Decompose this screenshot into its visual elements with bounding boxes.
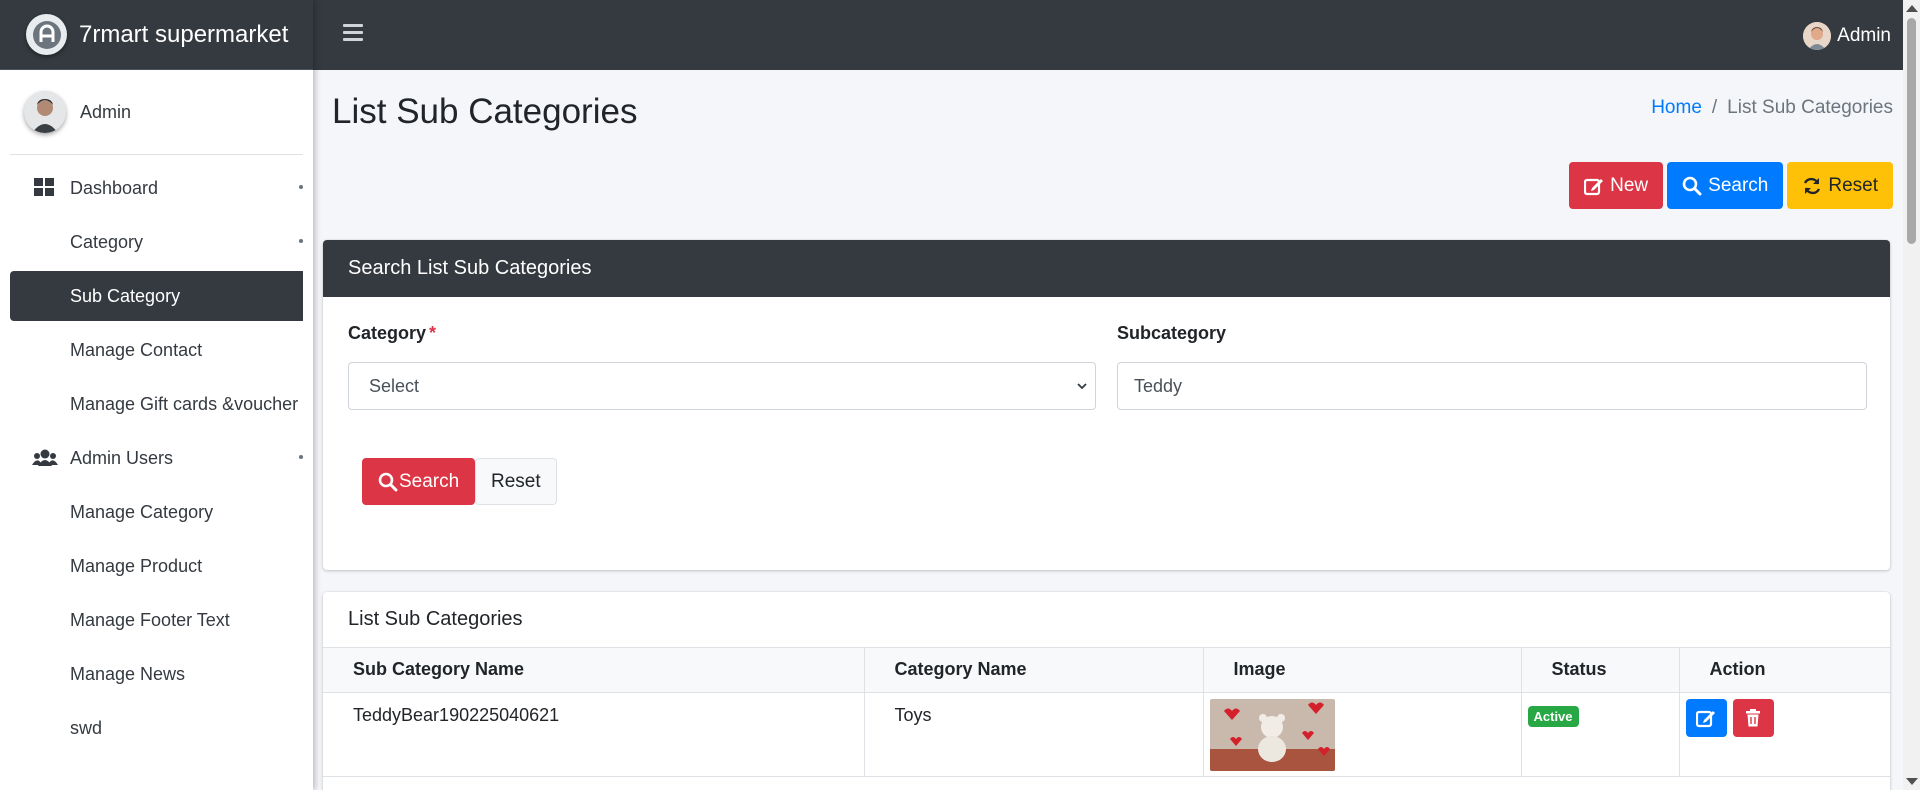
reset-form-button[interactable]: Reset (475, 458, 557, 505)
scroll-up-icon[interactable] (1906, 5, 1918, 12)
caret-icon (299, 455, 303, 459)
new-button-label: New (1610, 174, 1649, 196)
sidebar-item-manage-product[interactable]: Manage Product (10, 541, 303, 591)
menu-toggle-icon[interactable] (343, 24, 363, 42)
sidebar-item-label: swd (70, 717, 103, 738)
cell-status: Active (1520, 691, 1680, 777)
trash-icon (1746, 708, 1760, 726)
sidebar-item-label: Admin Users (70, 447, 174, 468)
sidebar-item-label: Dashboard (70, 177, 159, 198)
new-button[interactable]: New (1569, 162, 1664, 209)
caret-icon (299, 239, 303, 243)
breadcrumb-current: List Sub Categories (1727, 97, 1893, 118)
sidebar-item-manage-footer-text[interactable]: Manage Footer Text (10, 595, 303, 645)
subcategory-input[interactable]: Teddy (1117, 362, 1867, 410)
brand-name: 7rmart supermarket (79, 20, 289, 48)
main-content: List Sub Categories Home / List Sub Cate… (313, 70, 1903, 790)
search-submit-label: Search (399, 470, 460, 492)
sidebar: 7rmart supermarket Admin Dashboard Categ… (0, 0, 313, 790)
breadcrumb-separator: / (1711, 97, 1718, 118)
refresh-icon (1804, 177, 1821, 194)
column-header: Action (1678, 648, 1890, 693)
edit-row-button[interactable] (1685, 698, 1727, 737)
sidebar-user-name: Admin (80, 101, 132, 122)
list-card: List Sub Categories Sub Category Name Ca… (323, 592, 1890, 790)
column-header: Image (1202, 648, 1522, 693)
sidebar-nav: Dashboard Category Sub Category Manage C… (0, 155, 313, 753)
delete-row-button[interactable] (1732, 698, 1774, 737)
page-title: List Sub Categories (332, 92, 638, 131)
sidebar-item-admin-users[interactable]: Admin Users (10, 433, 303, 483)
sidebar-item-swd[interactable]: swd (10, 703, 303, 753)
grid-icon (34, 178, 54, 196)
scroll-thumb[interactable] (1907, 18, 1916, 244)
category-label: Category * (348, 323, 436, 344)
sidebar-item-label: Manage News (70, 663, 186, 684)
table-row: TeddyBear190225040621 Toys Active (323, 691, 1890, 777)
required-mark: * (429, 323, 437, 343)
page-scrollbar[interactable] (1903, 0, 1920, 790)
sidebar-item-label: Manage Gift cards &voucher (70, 393, 299, 414)
top-actions: New Search Reset (1569, 162, 1893, 209)
sidebar-item-label: Manage Category (70, 501, 214, 522)
chevron-down-icon (1077, 383, 1087, 390)
sidebar-item-category[interactable]: Category (10, 217, 303, 267)
cell-category-name: Toys (863, 691, 1204, 777)
search-submit-button[interactable]: Search (362, 458, 476, 505)
reset-page-button[interactable]: Reset (1787, 162, 1893, 209)
sidebar-item-manage-contact[interactable]: Manage Contact (10, 325, 303, 375)
brand-link[interactable]: 7rmart supermarket (0, 0, 313, 70)
scroll-down-icon[interactable] (1906, 778, 1918, 785)
sidebar-item-gift-cards[interactable]: Manage Gift cards &voucher (10, 379, 303, 429)
cell-action (1678, 691, 1890, 777)
edit-icon (1584, 178, 1604, 195)
caret-icon (299, 185, 303, 189)
search-icon (378, 472, 398, 491)
search-card-title: Search List Sub Categories (323, 240, 1890, 297)
search-toggle-button[interactable]: Search (1667, 162, 1784, 209)
status-badge: Active (1527, 705, 1579, 727)
cell-image (1202, 691, 1522, 777)
breadcrumb-home-link[interactable]: Home (1651, 97, 1702, 119)
cell-sub-category-name: TeddyBear190225040621 (323, 691, 865, 777)
subcategory-thumbnail[interactable] (1209, 698, 1335, 771)
brand-logo-icon (26, 14, 67, 55)
edit-icon (1696, 710, 1715, 727)
subcategory-input-value: Teddy (1134, 375, 1183, 396)
column-header: Status (1520, 648, 1680, 693)
search-button-label: Search (1708, 174, 1769, 196)
top-navbar: Admin (313, 0, 1903, 70)
search-icon (1682, 176, 1702, 195)
column-header: Sub Category Name (323, 648, 865, 693)
user-avatar-icon (24, 91, 66, 133)
sidebar-item-manage-category[interactable]: Manage Category (10, 487, 303, 537)
subcategory-table: Sub Category Name Category Name Image St… (323, 648, 1890, 777)
navbar-user-name: Admin (1837, 25, 1891, 46)
sidebar-item-label: Manage Contact (70, 339, 203, 360)
subcategory-label: Subcategory (1117, 323, 1227, 343)
list-card-title: List Sub Categories (323, 592, 1890, 648)
column-header: Category Name (863, 648, 1204, 693)
search-card: Search List Sub Categories Category * Sel… (323, 240, 1890, 570)
breadcrumb: Home / List Sub Categories (1651, 97, 1893, 119)
category-select-value: Select (369, 375, 420, 396)
sidebar-item-sub-category[interactable]: Sub Category (10, 271, 303, 321)
users-icon (32, 449, 58, 466)
category-label-text: Category (348, 323, 427, 343)
sidebar-item-label: Sub Category (70, 285, 181, 306)
table-header-row: Sub Category Name Category Name Image St… (323, 648, 1890, 693)
sidebar-item-label: Manage Product (70, 555, 203, 576)
user-panel[interactable]: Admin (10, 70, 303, 155)
reset-button-label: Reset (1828, 174, 1878, 196)
sidebar-item-manage-news[interactable]: Manage News (10, 649, 303, 699)
sidebar-item-dashboard[interactable]: Dashboard (10, 163, 303, 213)
category-select[interactable]: Select (348, 362, 1096, 410)
sidebar-item-label: Category (70, 231, 144, 252)
sidebar-item-label: Manage Footer Text (70, 609, 230, 630)
navbar-user-menu[interactable]: Admin (1803, 22, 1891, 50)
navbar-avatar-icon (1803, 22, 1832, 50)
